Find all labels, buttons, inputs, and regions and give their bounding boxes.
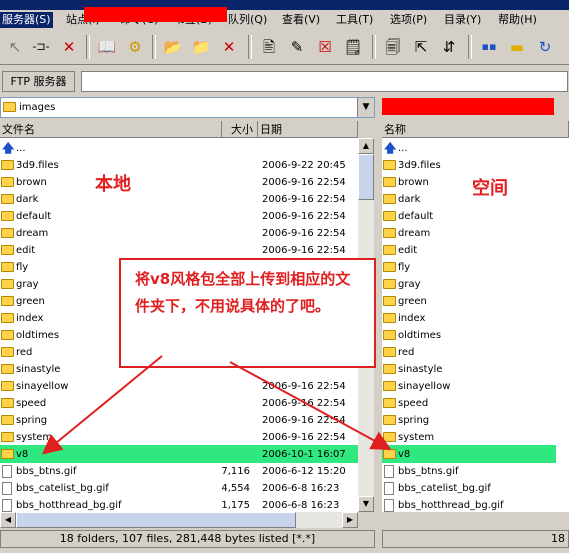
arrow-to-local bbox=[41, 355, 163, 455]
annotation-arrows bbox=[41, 355, 392, 455]
arrow-to-remote bbox=[229, 361, 392, 450]
